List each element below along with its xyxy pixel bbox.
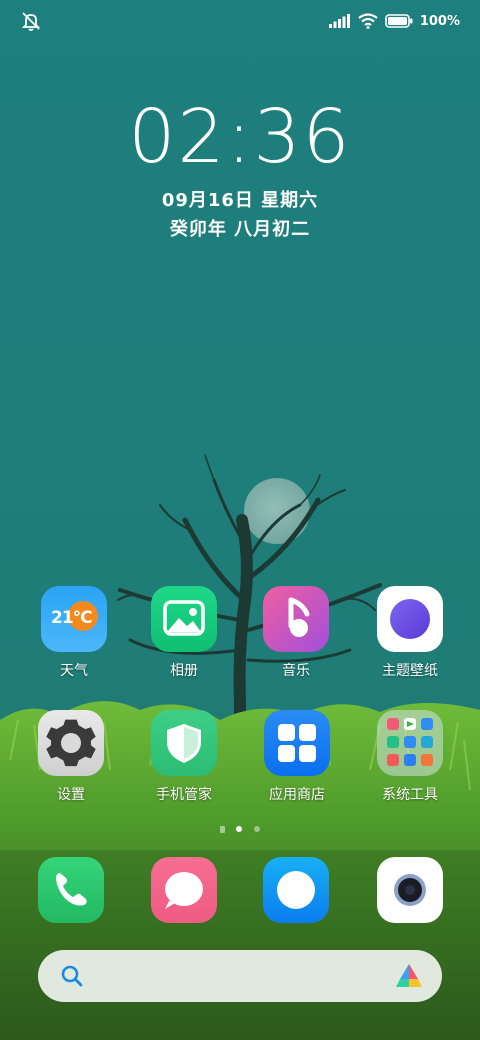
battery-percentage: 100% [419,13,460,29]
settings-gear-icon [38,710,104,776]
date-text[interactable]: 09月16日 星期六 [0,186,480,212]
gallery-icon [151,586,217,652]
bell-off-icon [21,12,41,31]
themes-icon [377,586,443,652]
moon [244,478,310,544]
dock-browser[interactable] [246,857,346,923]
lunar-date-text[interactable]: 癸卯年 八月初二 [0,215,480,241]
dock-camera[interactable] [360,857,460,923]
app-weather[interactable]: 21°C 天气 [24,586,124,680]
feed-page-dot[interactable] [220,826,225,833]
app-label: 手机管家 [156,787,212,803]
security-shield-icon [151,710,217,776]
app-label: 相册 [170,663,198,679]
page-dot[interactable] [254,826,260,832]
messages-icon [151,857,217,923]
signal-icon [328,14,350,28]
assistant-icon[interactable] [394,962,424,990]
app-label: 主题壁纸 [382,663,438,679]
app-store[interactable]: 应用商店 [247,710,347,804]
app-themes[interactable]: 主题壁纸 [360,586,460,680]
dock-phone[interactable] [21,857,121,923]
phone-icon [38,857,104,923]
app-label: 天气 [60,663,88,679]
app-label: 系统工具 [382,787,438,803]
app-label: 音乐 [282,663,310,679]
page-indicator [0,826,480,834]
weather-temp: 21°C [51,608,93,628]
app-music[interactable]: 音乐 [246,586,346,680]
app-gallery[interactable]: 相册 [134,586,234,680]
music-icon [263,586,329,652]
search-bar[interactable] [38,950,442,1002]
page-dot-active[interactable] [236,826,242,832]
dock-messages[interactable] [134,857,234,923]
app-label: 应用商店 [269,787,325,803]
camera-icon [377,857,443,923]
app-store-icon [264,710,330,776]
clock-time[interactable]: 02:36 [0,92,480,182]
search-icon[interactable] [60,964,84,988]
weather-icon: 21°C [41,586,107,652]
status-bar: 100% [0,0,480,42]
browser-icon [263,857,329,923]
app-label: 设置 [57,787,85,803]
battery-icon [385,14,413,28]
app-folder-system-tools[interactable]: 系统工具 [360,710,460,804]
folder-icon [377,710,443,776]
app-phone-manager[interactable]: 手机管家 [134,710,234,804]
wifi-icon [358,13,378,29]
app-settings[interactable]: 设置 [21,710,121,804]
